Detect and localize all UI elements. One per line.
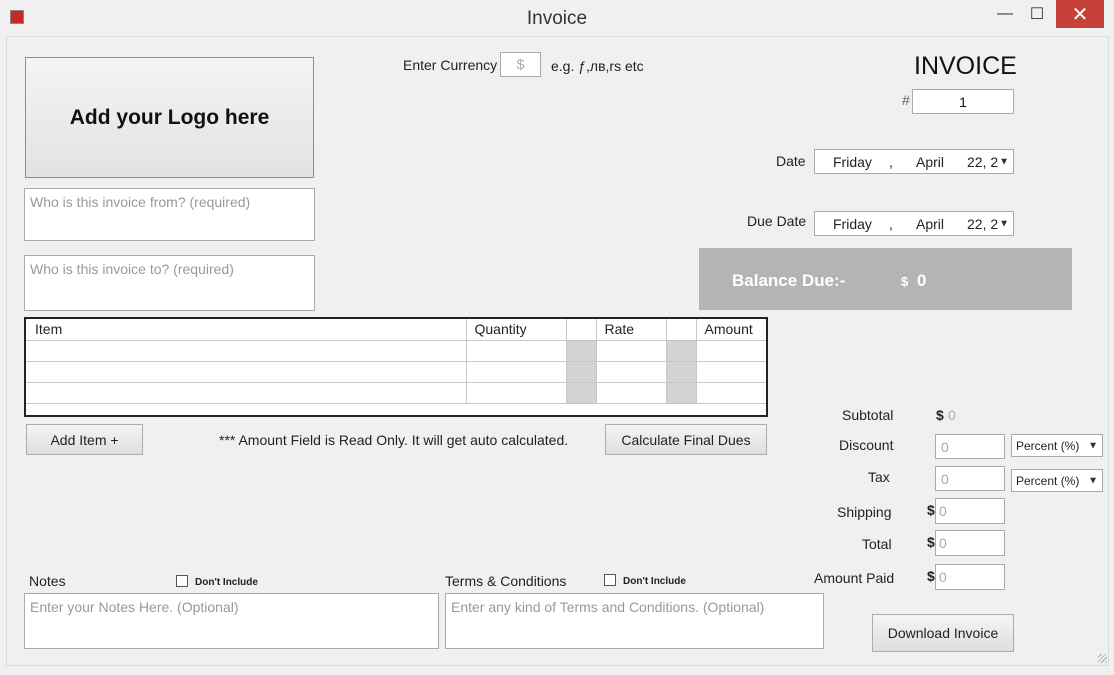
amount-cell <box>695 381 766 404</box>
due-date-label: Due Date <box>747 213 807 229</box>
close-button[interactable]: ✕ <box>1056 0 1104 28</box>
tax-input[interactable]: 0 <box>935 466 1005 491</box>
download-invoice-button[interactable]: Download Invoice <box>872 614 1014 652</box>
chevron-down-icon: ▼ <box>999 218 1009 229</box>
table-row[interactable] <box>26 360 766 383</box>
amount-paid-currency: $ <box>927 568 935 584</box>
table-row[interactable] <box>26 339 766 362</box>
rate-cell[interactable] <box>595 381 667 404</box>
chevron-down-icon: ▼ <box>1088 475 1098 486</box>
item-cell[interactable] <box>26 360 467 383</box>
quantity-cell[interactable] <box>465 339 567 362</box>
column-header-amount: Amount <box>695 319 766 341</box>
date-label: Date <box>776 153 806 169</box>
due-date-sep: , <box>889 215 893 232</box>
discount-type-value: Percent (%) <box>1016 438 1080 453</box>
amount-cell <box>695 360 766 383</box>
terms-label: Terms & Conditions <box>445 573 567 589</box>
spacer-cell <box>565 339 597 362</box>
due-date-month: April <box>916 215 945 232</box>
minimize-button[interactable]: — <box>990 0 1020 28</box>
subtotal-label: Subtotal <box>842 407 894 423</box>
add-item-button[interactable]: Add Item + <box>26 424 143 455</box>
invoice-heading: INVOICE <box>914 52 1017 80</box>
spacer-cell <box>665 339 697 362</box>
spacer-cell <box>565 360 597 383</box>
items-table[interactable]: Item Quantity Rate Amount <box>24 317 768 417</box>
date-rest: 22, 2 <box>967 153 999 170</box>
maximize-button[interactable]: ☐ <box>1022 0 1052 28</box>
date-month: April <box>916 153 945 170</box>
chevron-down-icon: ▼ <box>1088 440 1098 451</box>
table-row[interactable] <box>26 381 766 404</box>
notes-field[interactable]: Enter your Notes Here. (Optional) <box>24 593 439 649</box>
total-label: Total <box>862 536 892 552</box>
amount-paid-input[interactable]: 0 <box>935 564 1005 590</box>
balance-value: 0 <box>917 271 927 290</box>
balance-due-label: Balance Due:- <box>732 271 846 290</box>
notes-label: Notes <box>29 573 66 589</box>
discount-type-select[interactable]: Percent (%) ▼ <box>1011 434 1103 457</box>
tax-type-value: Percent (%) <box>1016 473 1080 488</box>
resize-grip[interactable] <box>1098 654 1107 663</box>
invoice-number-input[interactable]: 1 <box>912 89 1014 114</box>
date-picker[interactable]: Friday , April 22, 2 ▼ <box>814 149 1014 174</box>
window-title: Invoice <box>526 8 588 29</box>
calculate-final-dues-button[interactable]: Calculate Final Dues <box>605 424 767 455</box>
to-field[interactable]: Who is this invoice to? (required) <box>24 255 315 311</box>
column-header-rate: Rate <box>595 319 667 341</box>
chevron-down-icon: ▼ <box>999 156 1009 167</box>
spacer-cell <box>565 381 597 404</box>
tax-label: Tax <box>868 469 890 485</box>
amount-paid-label: Amount Paid <box>814 570 895 586</box>
total-input[interactable]: 0 <box>935 530 1005 556</box>
column-header-spacer <box>665 319 697 341</box>
item-cell[interactable] <box>26 339 467 362</box>
amount-cell <box>695 339 766 362</box>
quantity-cell[interactable] <box>465 360 567 383</box>
date-day: Friday <box>833 153 872 170</box>
rate-cell[interactable] <box>595 360 667 383</box>
spacer-cell <box>665 381 697 404</box>
terms-field[interactable]: Enter any kind of Terms and Conditions. … <box>445 593 824 649</box>
from-field[interactable]: Who is this invoice from? (required) <box>24 188 315 241</box>
terms-dont-include-checkbox[interactable] <box>604 574 616 586</box>
spacer-cell <box>665 360 697 383</box>
logo-upload-area[interactable]: Add your Logo here <box>25 57 314 178</box>
discount-input[interactable]: 0 <box>935 434 1005 459</box>
quantity-cell[interactable] <box>465 381 567 404</box>
terms-dont-include-label: Don't Include <box>623 576 686 587</box>
due-date-day: Friday <box>833 215 872 232</box>
currency-label: Enter Currency <box>403 57 498 73</box>
column-header-item: Item <box>26 319 467 341</box>
column-header-quantity: Quantity <box>465 319 567 341</box>
notes-dont-include-label: Don't Include <box>195 577 258 588</box>
rate-cell[interactable] <box>595 339 667 362</box>
total-currency: $ <box>927 534 935 550</box>
subtotal-value: 0 <box>948 407 956 423</box>
tax-type-select[interactable]: Percent (%) ▼ <box>1011 469 1103 492</box>
column-header-spacer <box>565 319 597 341</box>
balance-due-panel: Balance Due:- $ 0 <box>699 248 1072 310</box>
currency-hint: e.g. ƒ,лв,rs etc <box>551 58 644 74</box>
due-date-picker[interactable]: Friday , April 22, 2 ▼ <box>814 211 1014 236</box>
currency-input[interactable]: $ <box>500 52 541 77</box>
shipping-input[interactable]: 0 <box>935 498 1005 524</box>
discount-label: Discount <box>839 437 894 453</box>
read-only-note: *** Amount Field is Read Only. It will g… <box>219 432 569 448</box>
due-date-rest: 22, 2 <box>967 215 999 232</box>
balance-currency: $ <box>901 274 909 289</box>
invoice-hash: # <box>902 92 910 108</box>
date-sep: , <box>889 153 893 170</box>
notes-dont-include-checkbox[interactable] <box>176 575 188 587</box>
shipping-label: Shipping <box>837 504 892 520</box>
item-cell[interactable] <box>26 381 467 404</box>
shipping-currency: $ <box>927 502 935 518</box>
subtotal-currency: $ <box>936 407 944 423</box>
